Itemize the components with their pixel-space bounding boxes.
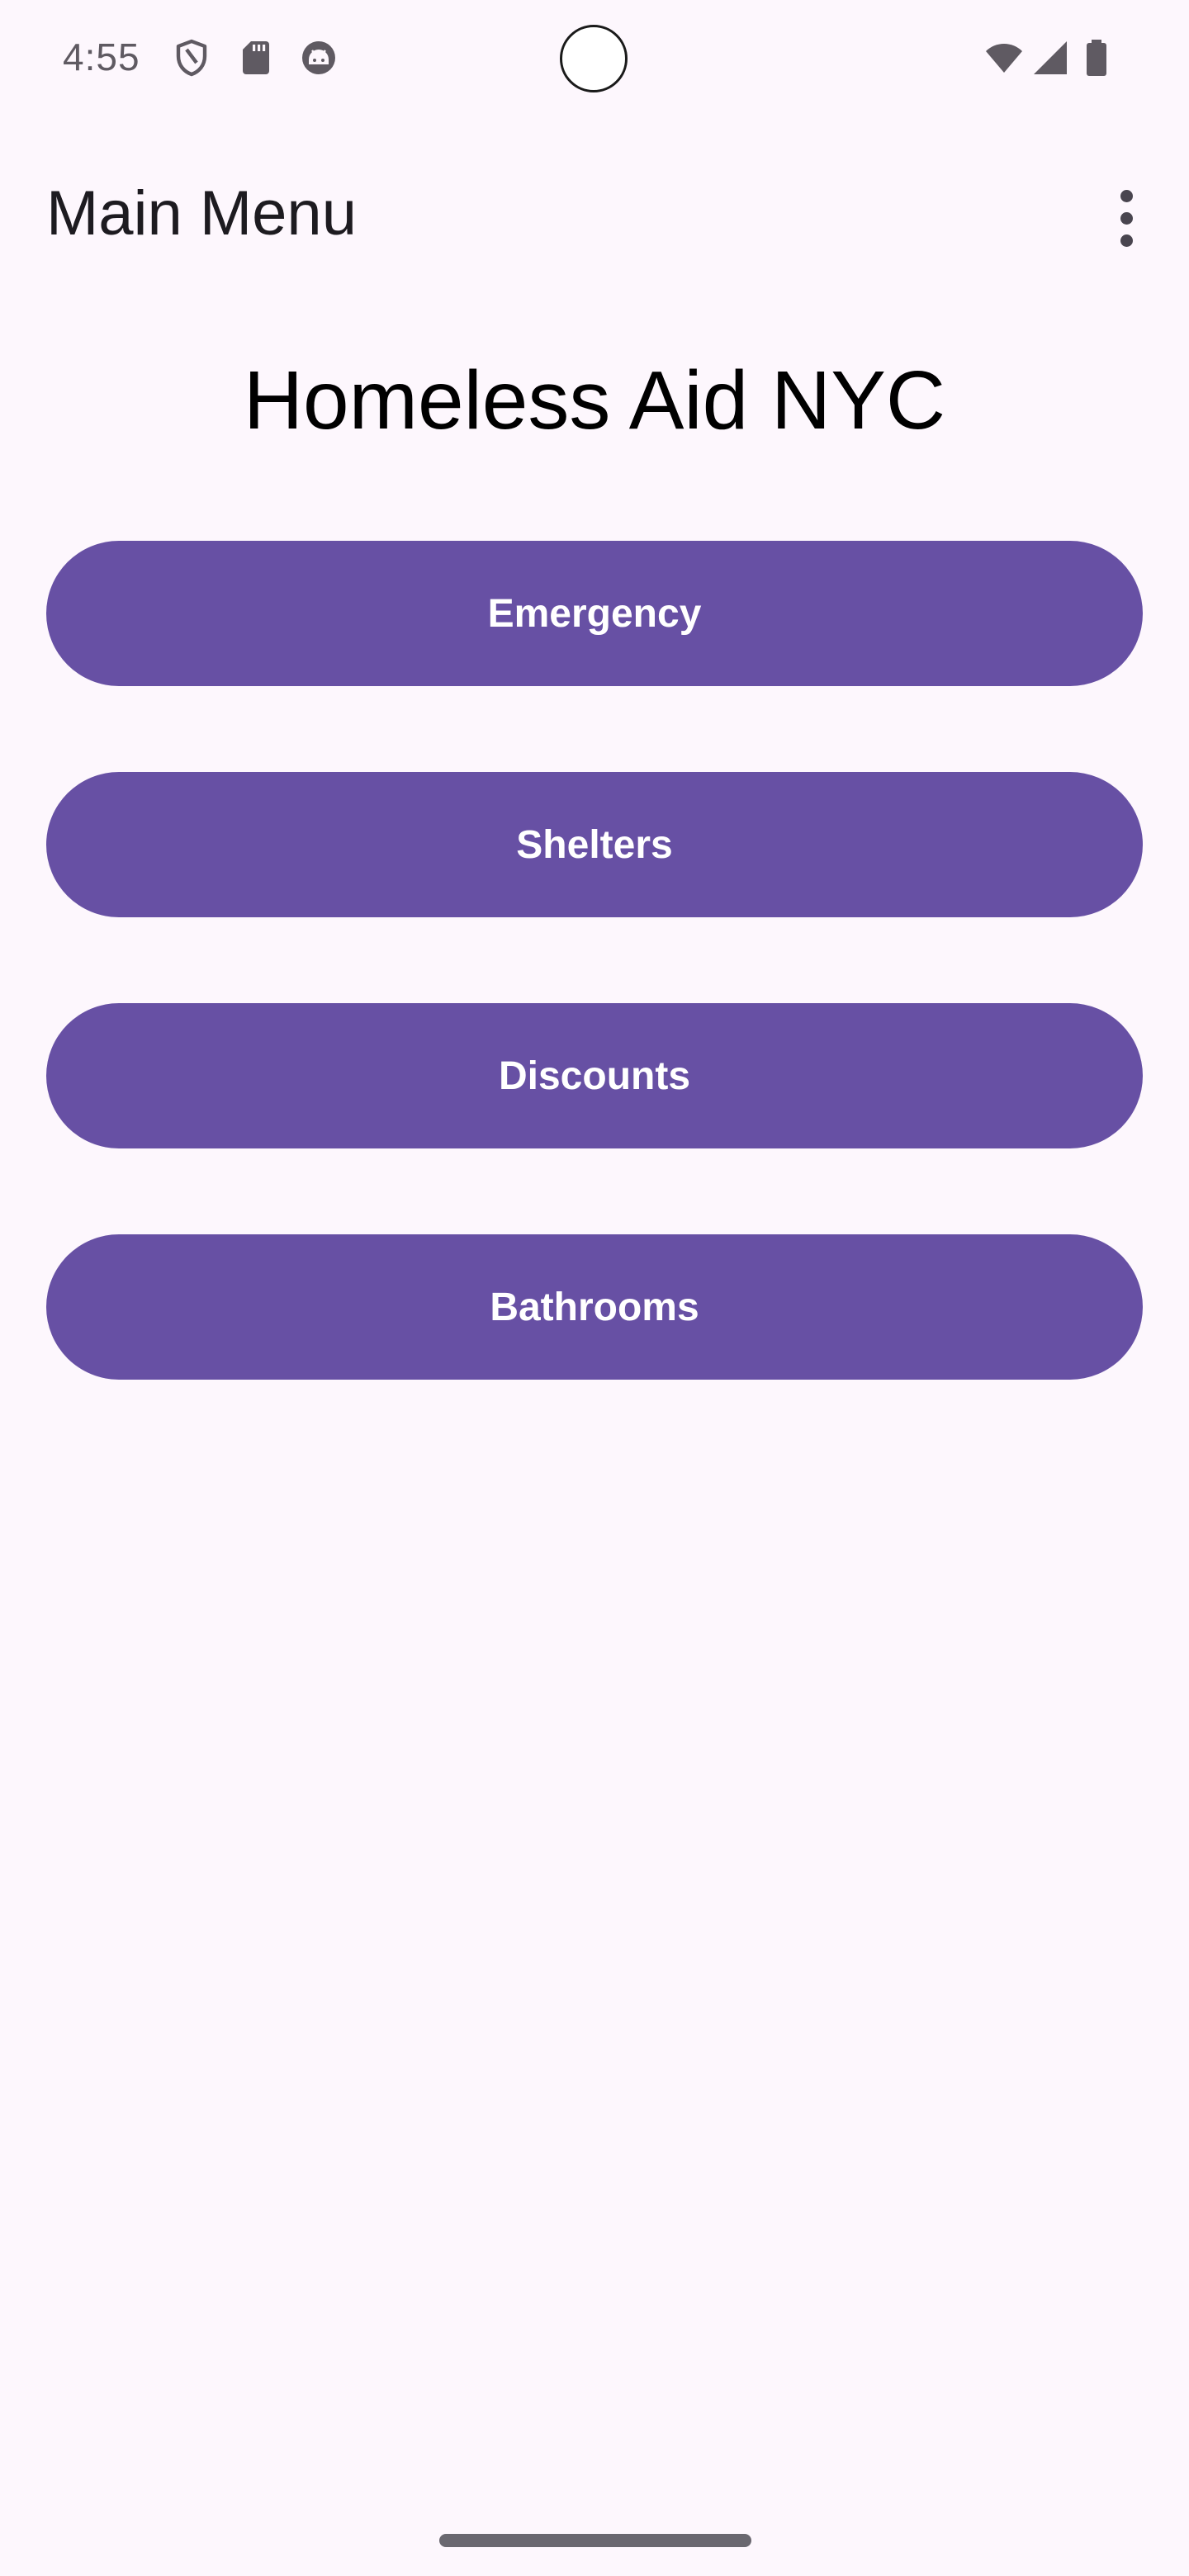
more-dot <box>1120 234 1133 247</box>
bathrooms-button[interactable]: Bathrooms <box>46 1234 1143 1380</box>
status-bar: 4:55 <box>0 0 1189 121</box>
shield-icon <box>172 38 211 78</box>
emergency-button[interactable]: Emergency <box>46 541 1143 686</box>
app-bar: Main Menu <box>0 149 1189 281</box>
sd-card-icon <box>236 38 276 78</box>
wifi-icon <box>981 38 1027 78</box>
battery-icon <box>1082 38 1111 78</box>
more-dot <box>1120 189 1133 202</box>
page-heading: Homeless Aid NYC <box>243 354 946 447</box>
gesture-nav-handle[interactable] <box>439 2534 751 2547</box>
camera-cutout <box>560 25 628 92</box>
status-time: 4:55 <box>63 36 140 78</box>
app-bar-title: Main Menu <box>46 178 357 249</box>
android-face-icon <box>299 38 339 78</box>
shelters-button[interactable]: Shelters <box>46 772 1143 917</box>
discounts-button[interactable]: Discounts <box>46 1003 1143 1148</box>
more-dot <box>1120 211 1133 225</box>
cell-signal-icon <box>1030 38 1070 78</box>
more-vert-icon[interactable] <box>1095 178 1158 258</box>
